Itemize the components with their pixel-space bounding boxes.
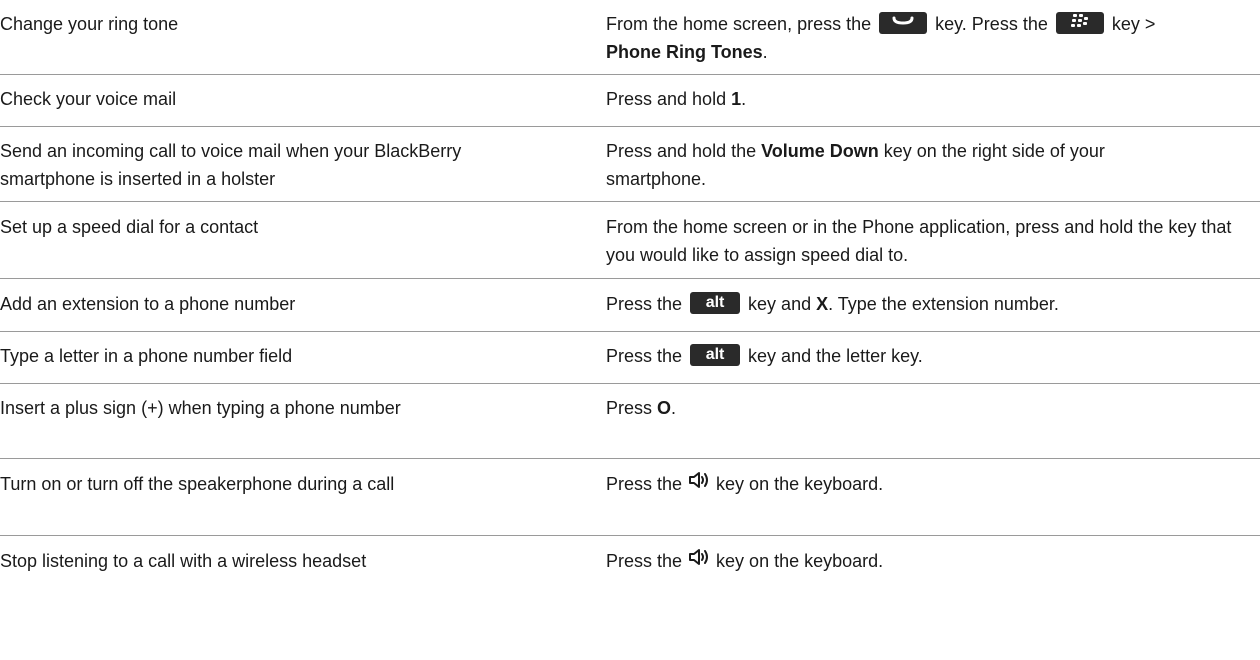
task-cell: Stop listening to a call with a wireless…: [0, 551, 367, 571]
blackberry-menu-key-icon: [1055, 12, 1104, 35]
table-row: Change your ring tone From the home scre…: [0, 0, 1260, 75]
shortcut-cell: Press the alt key and X. Type the extensio…: [606, 292, 1059, 315]
table-row: Turn on or turn off the speakerphone dur…: [0, 459, 1260, 536]
shortcut-cell: Press the alt key and the letter key.: [606, 344, 923, 367]
alt-key: alt: [690, 344, 741, 367]
shortcut-table: Change your ring tone From the home scre…: [0, 0, 1260, 596]
shortcut-cell: Press O.: [606, 398, 677, 418]
task-cell: Check your voice mail: [0, 89, 177, 109]
shortcut-cell: From the home screen or in the Phone app…: [606, 217, 1232, 265]
alt-key: alt: [690, 292, 741, 315]
table-row: Add an extension to a phone number Press…: [0, 279, 1260, 332]
speaker-key-icon: [688, 469, 710, 497]
task-cell: Turn on or turn off the speakerphone dur…: [0, 474, 395, 494]
shortcut-cell: Press the key on the keyboard.: [606, 547, 1260, 596]
task-cell: Type a letter in a phone number field: [0, 346, 293, 366]
task-cell: Send an incoming call to voice mail when…: [0, 141, 462, 189]
task-cell: Change your ring tone: [0, 14, 179, 34]
shortcut-cell: From the home screen, press the key. Pres…: [606, 12, 1156, 62]
speaker-key-icon: [688, 546, 710, 574]
table-row: Set up a speed dial for a contact From t…: [0, 202, 1260, 279]
shortcut-cell: Press and hold 1.: [606, 89, 747, 109]
table-row: Stop listening to a call with a wireless…: [0, 536, 1260, 596]
task-cell: Add an extension to a phone number: [0, 294, 296, 314]
table-row: Send an incoming call to voice mail when…: [0, 127, 1260, 202]
task-cell: Insert a plus sign (+) when typing a pho…: [0, 398, 401, 418]
table-row: Insert a plus sign (+) when typing a pho…: [0, 384, 1260, 459]
table-row: Type a letter in a phone number field Pr…: [0, 332, 1260, 384]
shortcut-cell: Press and hold the Volume Down key on th…: [606, 141, 1105, 189]
send-key-icon: [879, 12, 928, 35]
table-row: Check your voice mail Press and hold 1.: [0, 75, 1260, 127]
shortcut-cell: Press the key on the keyboard.: [606, 470, 1260, 535]
task-cell: Set up a speed dial for a contact: [0, 217, 259, 237]
